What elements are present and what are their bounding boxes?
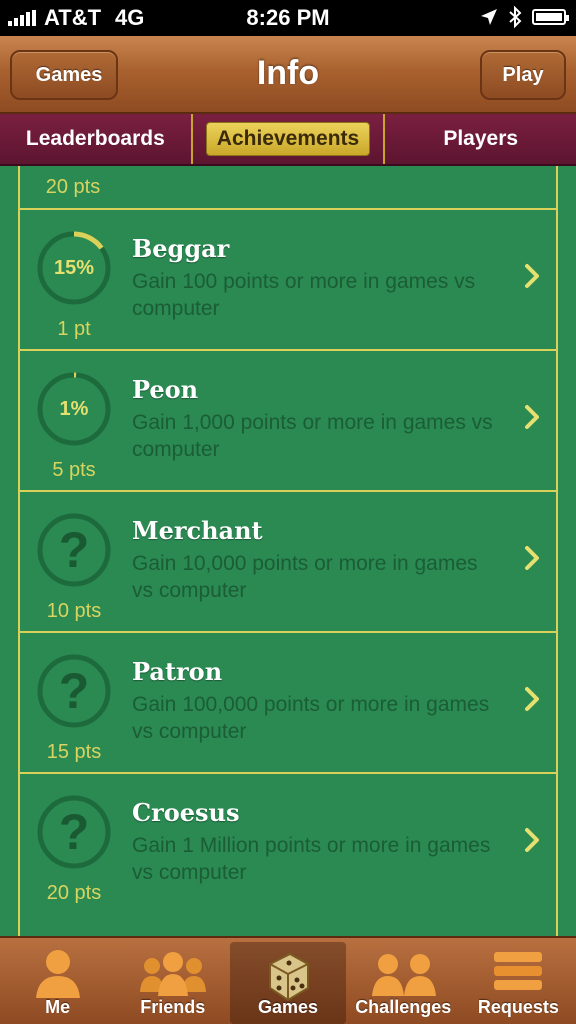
progress-percent: 1%: [59, 397, 89, 420]
tabbar-label: Requests: [477, 997, 559, 1017]
achievement-row[interactable]: 15% 1 pt Beggar Gain 100 points or more in …: [18, 208, 558, 349]
achievement-title: Croesus: [132, 798, 240, 827]
bluetooth-icon: [509, 6, 522, 28]
achievement-title: Merchant: [132, 516, 263, 545]
tabbar-label: Challenges: [355, 997, 452, 1017]
achievement-title: Peon: [132, 375, 199, 404]
achievement-points: 1 pt: [57, 318, 91, 340]
play-button-label: Play: [502, 63, 544, 86]
achievements-list[interactable]: 20 pts 15% 1 pt Beggar Gain 100 points or m…: [0, 166, 576, 936]
battery-icon: [532, 9, 569, 25]
question-mark-icon: ?: [36, 794, 112, 870]
tab-label: Players: [443, 127, 519, 150]
tabbar-item-requests[interactable]: Requests: [461, 938, 576, 1024]
chevron-right-icon: [525, 264, 539, 288]
challenges-icon: [372, 954, 437, 996]
progress-ring: 15%: [36, 230, 112, 306]
question-mark-icon: ?: [36, 512, 112, 588]
achievement-points: 10 pts: [46, 600, 102, 622]
navigation-bar: Games Info Play: [0, 36, 576, 114]
tab-label: Achievements: [205, 122, 371, 156]
chevron-right-icon: [525, 687, 539, 711]
tabbar-item-friends[interactable]: Friends: [115, 938, 230, 1024]
question-mark-glyph: ?: [58, 522, 90, 578]
tab-label: Leaderboards: [25, 127, 165, 150]
chevron-right-icon: [525, 828, 539, 852]
segmented-control: Leaderboards Achievements Players: [0, 114, 576, 166]
achievement-row[interactable]: ? 10 pts Merchant Gain 10,000 points or mor…: [18, 490, 558, 631]
achievement-row[interactable]: ? 15 pts Patron Gain 100,000 points or more…: [18, 631, 558, 772]
tabbar-label: Games: [257, 997, 319, 1017]
tabbar-item-me[interactable]: Me: [0, 938, 115, 1024]
achievement-points: 20 pts: [46, 882, 102, 904]
requests-icon: [494, 952, 543, 990]
achievement-title: Beggar: [132, 234, 230, 263]
progress-ring: 1%: [36, 371, 112, 447]
achievement-points: 15 pts: [46, 741, 102, 763]
chevron-right-icon: [525, 405, 539, 429]
achievement-description: Gain 10,000 points or more in games vs c…: [132, 552, 478, 602]
tab-leaderboards[interactable]: Leaderboards: [0, 114, 191, 164]
achievement-description: Gain 100 points or more in games vs comp…: [132, 270, 476, 320]
achievement-title: Patron: [132, 657, 223, 686]
progress-percent: 15%: [53, 256, 95, 279]
achievement-row[interactable]: ? 20 pts Croesus Gain 1 Million points or m…: [18, 772, 558, 913]
previous-row-points: 20 pts: [45, 176, 101, 198]
question-mark-icon: ?: [36, 653, 112, 729]
achievement-description: Gain 1 Million points or more in games v…: [132, 834, 491, 884]
tab-bar: Me Friends Games Challenges Requests: [0, 936, 576, 1024]
chevron-right-icon: [525, 546, 539, 570]
person-icon: [35, 950, 80, 998]
question-mark-glyph: ?: [58, 804, 90, 860]
friends-icon: [139, 952, 206, 996]
achievement-description: Gain 100,000 points or more in games vs …: [132, 693, 490, 743]
tabbar-label: Me: [45, 997, 71, 1017]
question-mark-glyph: ?: [58, 663, 90, 719]
tabbar-item-games[interactable]: Games: [230, 942, 346, 1024]
achievement-row[interactable]: 1% 5 pts Peon Gain 1,000 points or more in …: [18, 349, 558, 490]
status-bar: AT&T 4G 8:26 PM: [0, 0, 576, 36]
achievement-points: 5 pts: [52, 459, 96, 481]
tab-players[interactable]: Players: [383, 114, 576, 164]
achievement-description: Gain 1,000 points or more in games vs co…: [132, 411, 493, 461]
location-icon: [481, 9, 497, 25]
tab-achievements[interactable]: Achievements: [190, 114, 384, 164]
tabbar-label: Friends: [140, 997, 206, 1017]
dice-icon: [269, 952, 309, 1002]
tabbar-item-challenges[interactable]: Challenges: [346, 938, 461, 1024]
play-button[interactable]: Play: [480, 50, 566, 100]
